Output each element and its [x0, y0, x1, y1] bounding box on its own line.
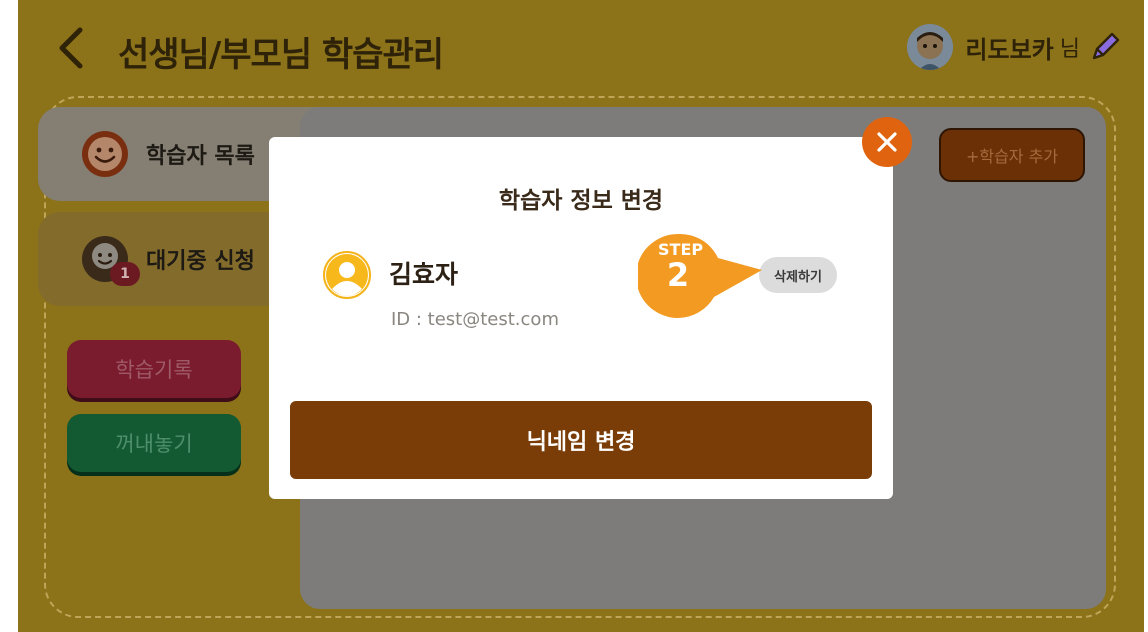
- person-icon: [323, 251, 371, 299]
- modal-title: 학습자 정보 변경: [498, 188, 664, 214]
- close-icon: [877, 132, 897, 152]
- learner-avatar: [323, 251, 371, 299]
- edit-learner-modal: 학습자 정보 변경 김효자 ID : test@test.com 삭제하기 닉네…: [269, 137, 893, 499]
- learner-id: ID : test@test.com: [391, 309, 559, 330]
- delete-learner-button[interactable]: 삭제하기: [759, 257, 837, 293]
- step-number: 2: [666, 256, 690, 294]
- modal-overlay: 학습자 정보 변경 김효자 ID : test@test.com 삭제하기 닉네…: [18, 0, 1144, 632]
- close-modal-button[interactable]: [862, 117, 912, 167]
- learner-name: 김효자: [389, 260, 459, 289]
- step-callout: STEP 2: [636, 232, 770, 318]
- change-nickname-button[interactable]: 닉네임 변경: [290, 401, 872, 479]
